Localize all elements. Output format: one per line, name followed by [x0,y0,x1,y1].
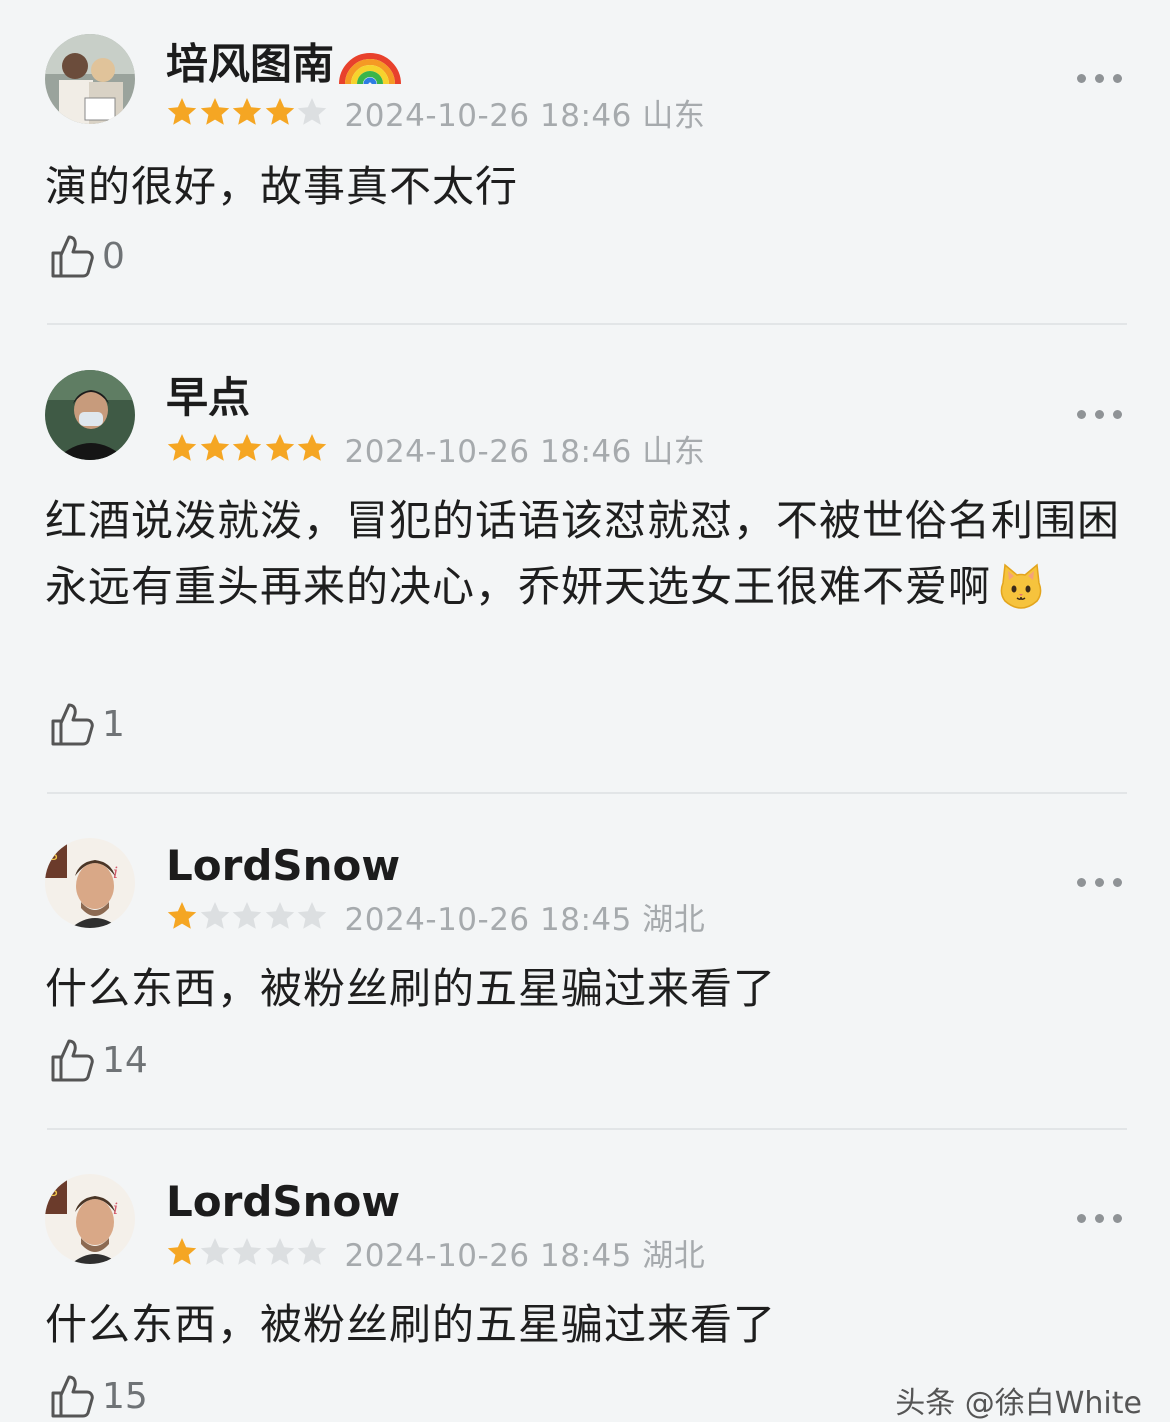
star-empty-icon [232,1238,262,1265]
thumbs-up-icon [51,235,94,278]
comment-time-location: 2024-10-26 18:46 山东 [344,97,706,134]
star-rating [166,900,329,932]
star-filled-icon [297,434,327,461]
more-dots-icon [1077,74,1086,83]
more-dots-icon [1077,878,1086,887]
star-empty-icon [232,902,262,929]
username[interactable]: 早点 [166,372,250,424]
star-rating [166,1236,329,1268]
comment-meta: 2024-10-26 18:45 湖北 [166,1232,706,1274]
divider [47,323,1127,325]
like-count: 1 [102,703,125,745]
avatar[interactable] [45,370,135,460]
like-count: 15 [102,1375,148,1417]
more-options-button[interactable] [1077,1214,1122,1223]
star-filled-icon [200,434,229,461]
comment-meta: 2024-10-26 18:45 湖北 [166,896,706,938]
like-count: 0 [102,235,125,277]
svg-text:i: i [113,863,118,882]
star-empty-icon [200,902,229,929]
comment-text: 红酒说泼就泼，冒犯的话语该怼就怼，不被世俗名利围困永远有重头再来的决心，乔妍天选… [45,488,1125,628]
comment-meta: 2024-10-26 18:46 山东 [166,92,706,134]
more-options-button[interactable] [1077,410,1122,419]
star-empty-icon [297,1238,327,1265]
star-empty-icon [265,902,294,929]
svg-text:S: S [49,848,58,864]
divider [47,1128,1127,1130]
comment-time-location: 2024-10-26 18:45 湖北 [344,1237,706,1274]
star-filled-icon [265,434,294,461]
thumbs-up-icon [51,1375,94,1418]
thumbs-up-icon [51,1039,94,1082]
avatar[interactable]: S i [45,838,135,928]
cat-face-emoji-icon [997,562,1045,628]
like-button[interactable]: 1 [50,700,125,748]
star-rating [166,432,329,464]
more-options-button[interactable] [1077,878,1122,887]
username[interactable]: LordSnow [166,840,400,892]
star-filled-icon [232,434,262,461]
star-filled-icon [167,1238,197,1265]
star-filled-icon [265,98,294,125]
star-empty-icon [297,902,327,929]
more-options-button[interactable] [1077,74,1122,83]
star-filled-icon [232,98,262,125]
more-dots-icon [1077,410,1086,419]
comment-text: 什么东西，被粉丝刷的五星骗过来看了 [45,964,777,1013]
svg-text:i: i [113,1199,118,1218]
comment-text: 什么东西，被粉丝刷的五星骗过来看了 [45,1300,777,1349]
star-empty-icon [200,1238,229,1265]
like-button[interactable]: 14 [50,1036,148,1084]
watermark: 头条 @徐白White [895,1386,1142,1421]
comment-time-location: 2024-10-26 18:46 山东 [344,433,706,470]
star-filled-icon [167,434,197,461]
star-filled-icon [167,98,197,125]
comment-meta: 2024-10-26 18:46 山东 [166,428,706,470]
like-count: 14 [102,1039,148,1081]
svg-text:S: S [49,1184,58,1200]
like-button[interactable]: 0 [50,232,125,280]
star-filled-icon [167,902,197,929]
star-rating [166,96,329,128]
avatar[interactable]: S i [45,1174,135,1264]
comment-text: 演的很好，故事真不太行 [45,162,519,211]
divider [47,792,1127,794]
username[interactable]: LordSnow [166,1176,400,1228]
star-empty-icon [297,98,327,125]
avatar[interactable] [45,34,135,124]
thumbs-up-icon [51,703,94,746]
comment-time-location: 2024-10-26 18:45 湖北 [344,901,706,938]
star-empty-icon [265,1238,294,1265]
like-button[interactable]: 15 [50,1372,148,1420]
more-dots-icon [1077,1214,1086,1223]
star-filled-icon [200,98,229,125]
